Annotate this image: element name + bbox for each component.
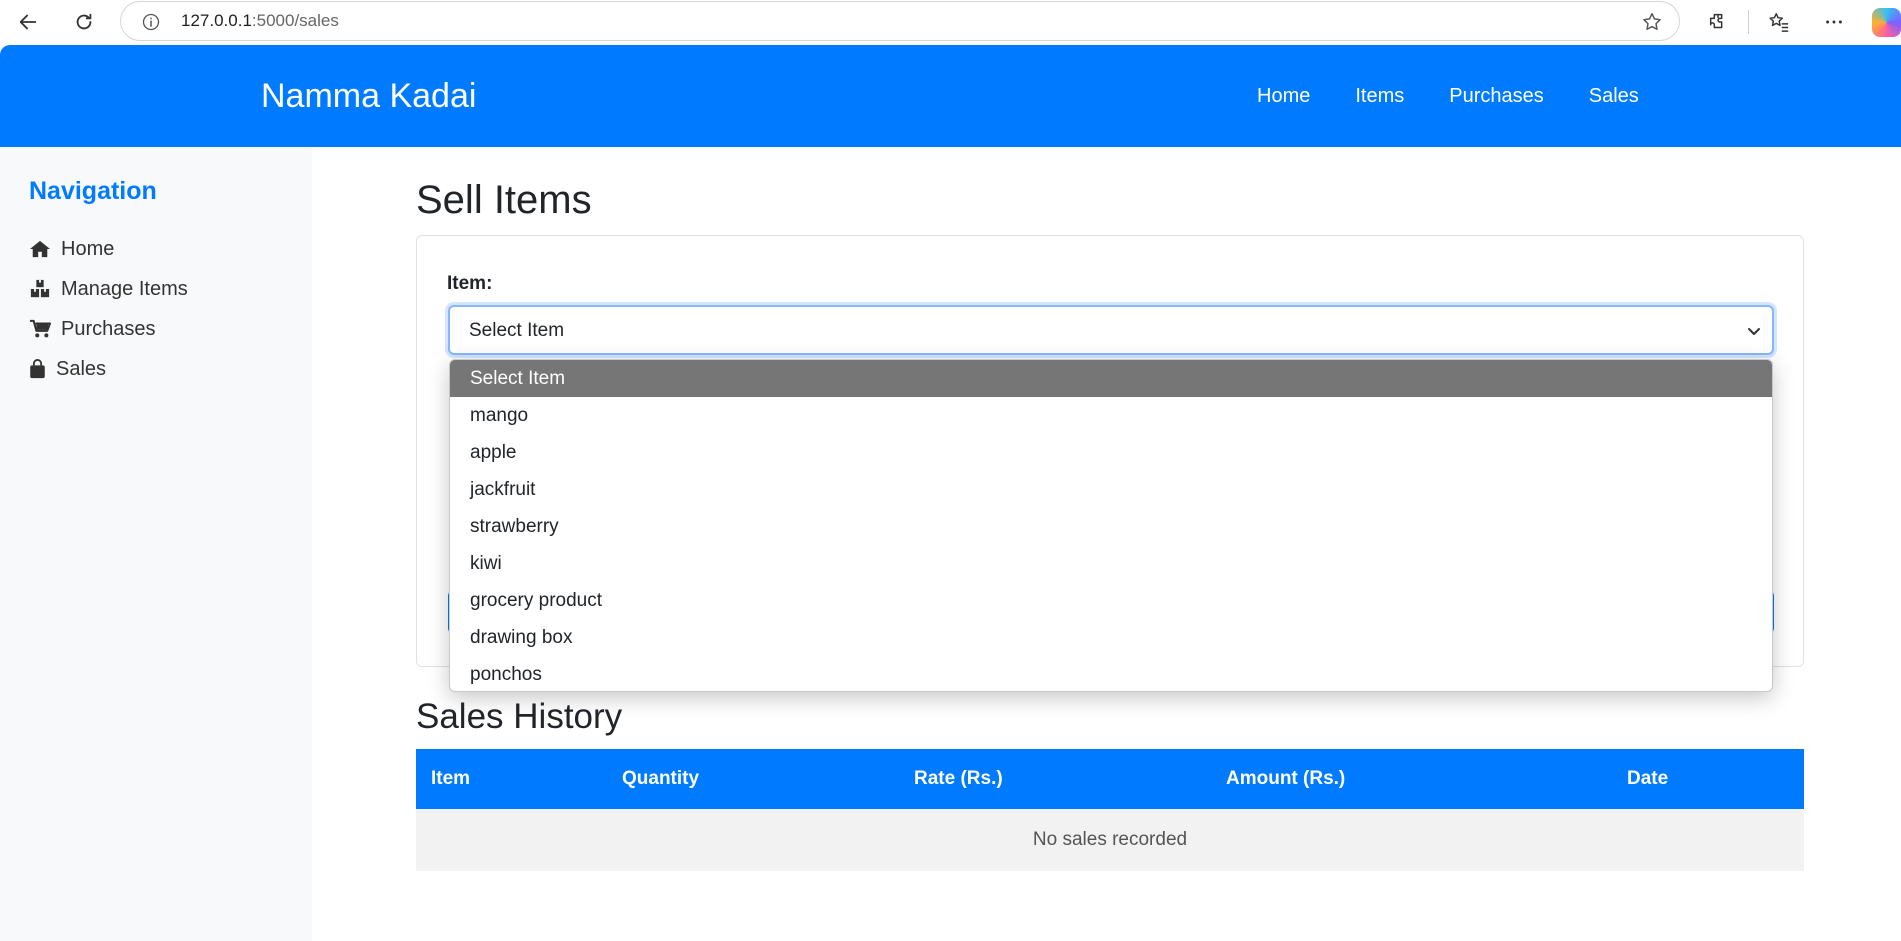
- nav-link-purchases[interactable]: Purchases: [1449, 85, 1544, 108]
- url-path: :5000/sales: [251, 11, 339, 30]
- item-select[interactable]: Select Item: [448, 305, 1774, 355]
- sales-history-table: Item Quantity Rate (Rs.) Amount (Rs.) Da…: [416, 749, 1804, 871]
- nav-link-items[interactable]: Items: [1355, 85, 1404, 108]
- item-select-value: Select Item: [469, 320, 565, 341]
- shopping-bag-icon: [29, 358, 46, 380]
- extensions-icon[interactable]: [1700, 4, 1736, 40]
- copilot-icon[interactable]: [1872, 8, 1901, 37]
- table-header: Item Quantity Rate (Rs.) Amount (Rs.) Da…: [416, 749, 1804, 809]
- sales-history-title: Sales History: [416, 697, 623, 736]
- sidebar-title: Navigation: [29, 177, 157, 205]
- dropdown-option[interactable]: strawberry: [450, 508, 1772, 545]
- dropdown-option[interactable]: kiwi: [450, 545, 1772, 582]
- url-host: 127.0.0.1: [181, 11, 252, 30]
- dropdown-option[interactable]: ponchos: [450, 656, 1772, 691]
- chevron-down-icon: [1746, 323, 1762, 344]
- item-dropdown-list: Select Item mango apple jackfruit strawb…: [449, 359, 1773, 692]
- home-icon: [29, 238, 51, 260]
- sidebar-item-label: Sales: [56, 357, 107, 380]
- page-title: Sell Items: [416, 178, 592, 222]
- sidebar-item-manage-items[interactable]: Manage Items: [29, 269, 188, 309]
- column-header-amount: Amount (Rs.): [1226, 768, 1346, 789]
- back-arrow-icon[interactable]: [10, 4, 46, 40]
- dropdown-option[interactable]: jackfruit: [450, 471, 1772, 508]
- sidebar-item-sales[interactable]: Sales: [29, 349, 188, 389]
- dropdown-option-select-item[interactable]: Select Item: [450, 360, 1772, 397]
- column-header-rate: Rate (Rs.): [914, 768, 1003, 789]
- sidebar-item-purchases[interactable]: Purchases: [29, 309, 188, 349]
- dropdown-option[interactable]: drawing box: [450, 619, 1772, 656]
- boxes-icon: [29, 278, 51, 300]
- favorite-star-icon[interactable]: [1641, 11, 1663, 38]
- url-text[interactable]: 127.0.0.1:5000/sales: [181, 11, 339, 31]
- sidebar-list: Home Manage Items Purchases Sales: [29, 229, 188, 389]
- more-options-icon[interactable]: [1816, 4, 1852, 40]
- dropdown-option[interactable]: mango: [450, 397, 1772, 434]
- nav-links: Home Items Purchases Sales: [1257, 85, 1684, 108]
- sidebar-item-label: Manage Items: [61, 277, 188, 300]
- column-header-date: Date: [1627, 768, 1669, 789]
- table-row-empty: No sales recorded: [416, 809, 1804, 871]
- reload-icon[interactable]: [66, 4, 102, 40]
- sidebar-item-home[interactable]: Home: [29, 229, 188, 269]
- nav-link-home[interactable]: Home: [1257, 85, 1310, 108]
- item-label: Item:: [447, 273, 493, 294]
- sidebar-item-label: Home: [61, 237, 115, 260]
- sidebar-item-label: Purchases: [61, 317, 156, 340]
- browser-toolbar: 127.0.0.1:5000/sales: [0, 0, 1901, 45]
- nav-link-sales[interactable]: Sales: [1589, 85, 1639, 108]
- cart-icon: [29, 318, 51, 340]
- column-header-item: Item: [431, 768, 471, 789]
- dropdown-option[interactable]: grocery product: [450, 582, 1772, 619]
- site-info-icon[interactable]: [141, 12, 161, 37]
- dropdown-option[interactable]: apple: [450, 434, 1772, 471]
- favorites-list-icon[interactable]: [1761, 4, 1797, 40]
- brand-title[interactable]: Namma Kadai: [261, 77, 476, 116]
- top-navbar: Namma Kadai Home Items Purchases Sales: [0, 45, 1901, 147]
- column-header-quantity: Quantity: [622, 768, 700, 789]
- toolbar-divider: [1748, 10, 1749, 34]
- sidebar: Navigation Home Manage Items Purchases S…: [0, 147, 312, 941]
- address-bar[interactable]: 127.0.0.1:5000/sales: [120, 1, 1680, 41]
